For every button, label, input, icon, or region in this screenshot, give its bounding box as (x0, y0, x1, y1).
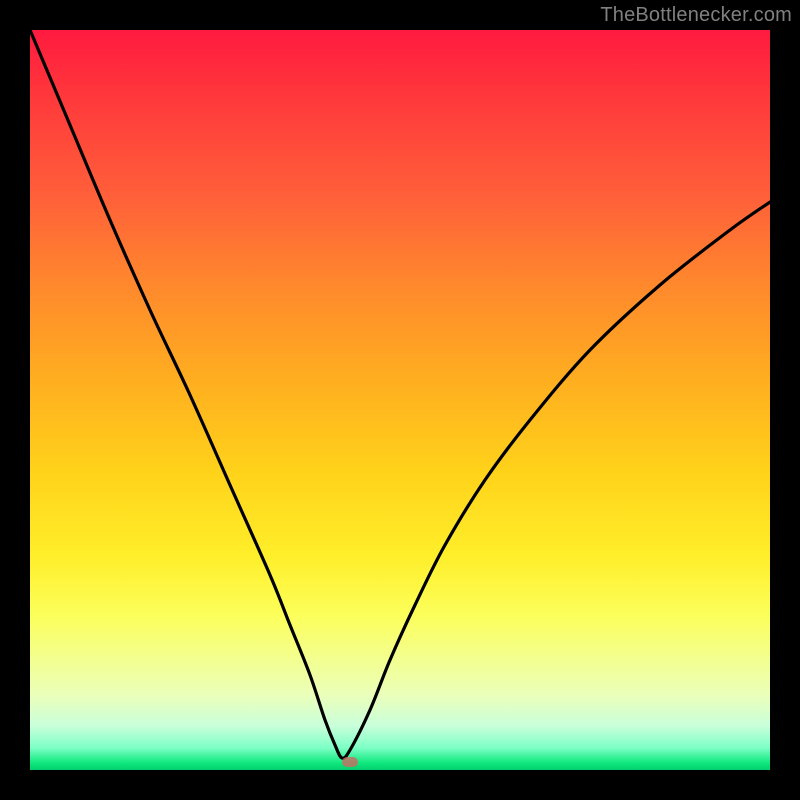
plot-area (30, 30, 770, 770)
chart-frame: TheBottlenecker.com (0, 0, 800, 800)
optimum-marker (342, 757, 358, 767)
bottleneck-curve (30, 30, 770, 770)
watermark-text: TheBottlenecker.com (600, 4, 792, 27)
